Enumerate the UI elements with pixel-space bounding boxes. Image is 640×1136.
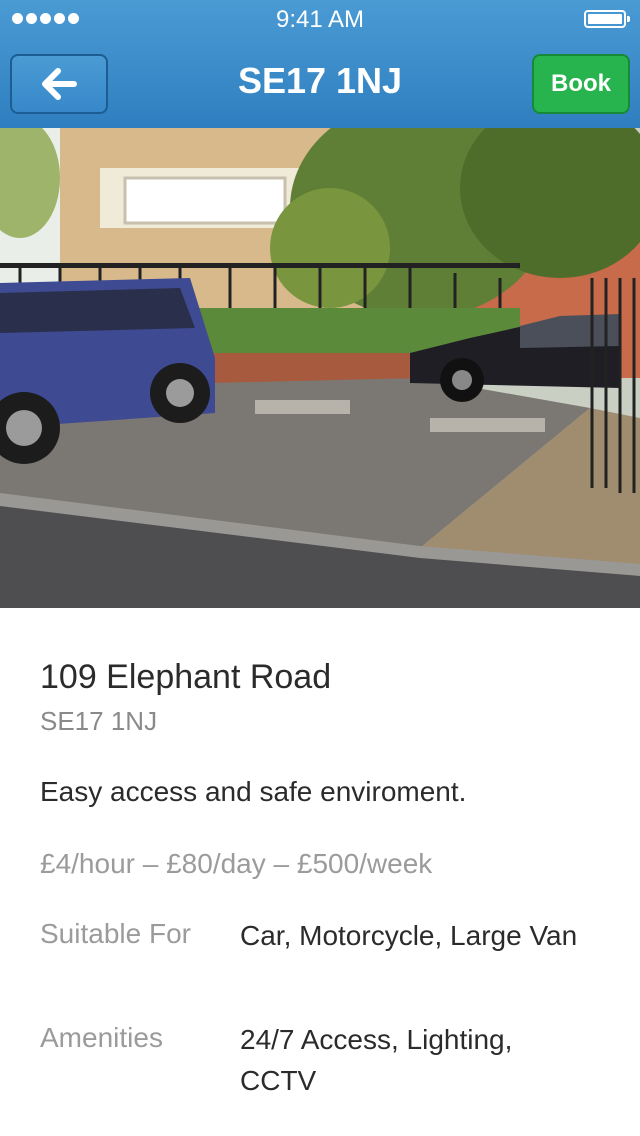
book-button[interactable]: Book <box>532 54 630 114</box>
listing-prices: £4/hour – £80/day – £500/week <box>40 848 433 879</box>
amenities-label: Amenities <box>40 1022 163 1053</box>
status-time: 9:41 AM <box>275 6 365 33</box>
listing-postcode: SE17 1NJ <box>40 706 158 736</box>
arrow-left-icon <box>42 68 77 100</box>
amenities-value: 24/7 Access, Lighting, CCTV <box>240 1024 513 1096</box>
back-button[interactable] <box>10 54 108 114</box>
navigation-bar: 9:41 AM SE17 1NJ Book <box>0 0 640 128</box>
page-title: SE17 1NJ <box>237 60 403 101</box>
suitable-for-value: Car, Motorcycle, Large Van <box>240 920 578 951</box>
listing-address: 109 Elephant Road <box>40 658 332 696</box>
listing-description: Easy access and safe enviroment. <box>40 776 467 807</box>
battery-icon <box>584 10 630 28</box>
status-bar: 9:41 AM <box>0 0 640 40</box>
parking-photo <box>0 128 640 608</box>
suitable-for-label: Suitable For <box>40 918 191 949</box>
